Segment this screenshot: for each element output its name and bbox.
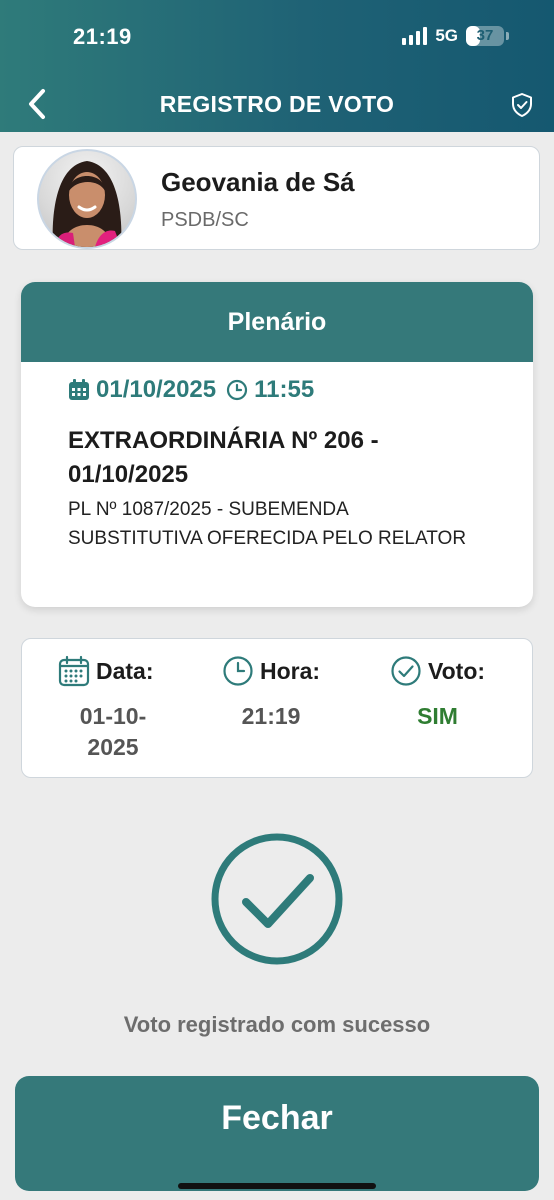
- avatar-photo: [52, 161, 122, 247]
- date-label: Data:: [96, 657, 154, 684]
- status-indicators: 5G 37: [402, 26, 509, 46]
- battery-level: 37: [476, 27, 494, 44]
- status-time: 21:19: [73, 24, 132, 49]
- network-label: 5G: [435, 26, 458, 45]
- deputy-card: Geovania de Sá PSDB/SC: [13, 146, 540, 250]
- vote-value: SIM: [417, 703, 458, 729]
- clock-icon: [223, 656, 253, 686]
- session-time: 11:55: [254, 376, 315, 403]
- date-value: 01-10-2025: [79, 703, 147, 760]
- session-description: PL Nº 1087/2025 - SUBEMENDA SUBSTITUTIVA…: [68, 499, 467, 549]
- summary-vote: Voto: SIM: [390, 655, 485, 732]
- avatar: [37, 149, 137, 249]
- time-label: Hora:: [260, 657, 321, 684]
- battery-icon: 37: [466, 26, 509, 46]
- session-datetime: 01/10/2025 11:55: [68, 376, 314, 404]
- shield-check-icon[interactable]: [510, 92, 534, 118]
- summary-date: Data: 01-10-2025: [58, 655, 168, 763]
- success-check-icon: [211, 833, 343, 965]
- vote-label: Voto:: [428, 657, 486, 684]
- session-heading: Plenário: [21, 282, 533, 362]
- deputy-party: PSDB/SC: [161, 209, 249, 231]
- page-title: REGISTRO DE VOTO: [159, 91, 395, 117]
- vote-summary-card: Data: 01-10-2025 Hora: 21:19 Voto: SIM: [21, 638, 533, 778]
- summary-time: Hora: 21:19: [222, 655, 320, 732]
- session-name: EXTRAORDINÁRIA Nº 206 - 01/10/2025: [68, 427, 379, 488]
- deputy-name: Geovania de Sá: [161, 167, 355, 197]
- signal-icon: [402, 27, 428, 45]
- check-circle-icon: [391, 656, 421, 686]
- calendar-icon: [58, 655, 90, 687]
- time-value: 21:19: [241, 703, 301, 729]
- success-message: Voto registrado com sucesso: [123, 1012, 431, 1037]
- session-time-group: 11:55: [226, 376, 314, 404]
- session-card: Plenário 01/10/2025 11:55 EXTRAORDINÁRIA…: [21, 282, 533, 607]
- calendar-icon: [69, 379, 89, 400]
- home-indicator[interactable]: [178, 1183, 376, 1189]
- app-header: 21:19 5G 37 REGISTRO DE VOTO: [0, 0, 554, 132]
- battery-tip: [506, 32, 509, 40]
- clock-icon: [227, 379, 248, 401]
- close-button[interactable]: Fechar: [15, 1076, 539, 1191]
- session-date: 01/10/2025: [96, 376, 217, 403]
